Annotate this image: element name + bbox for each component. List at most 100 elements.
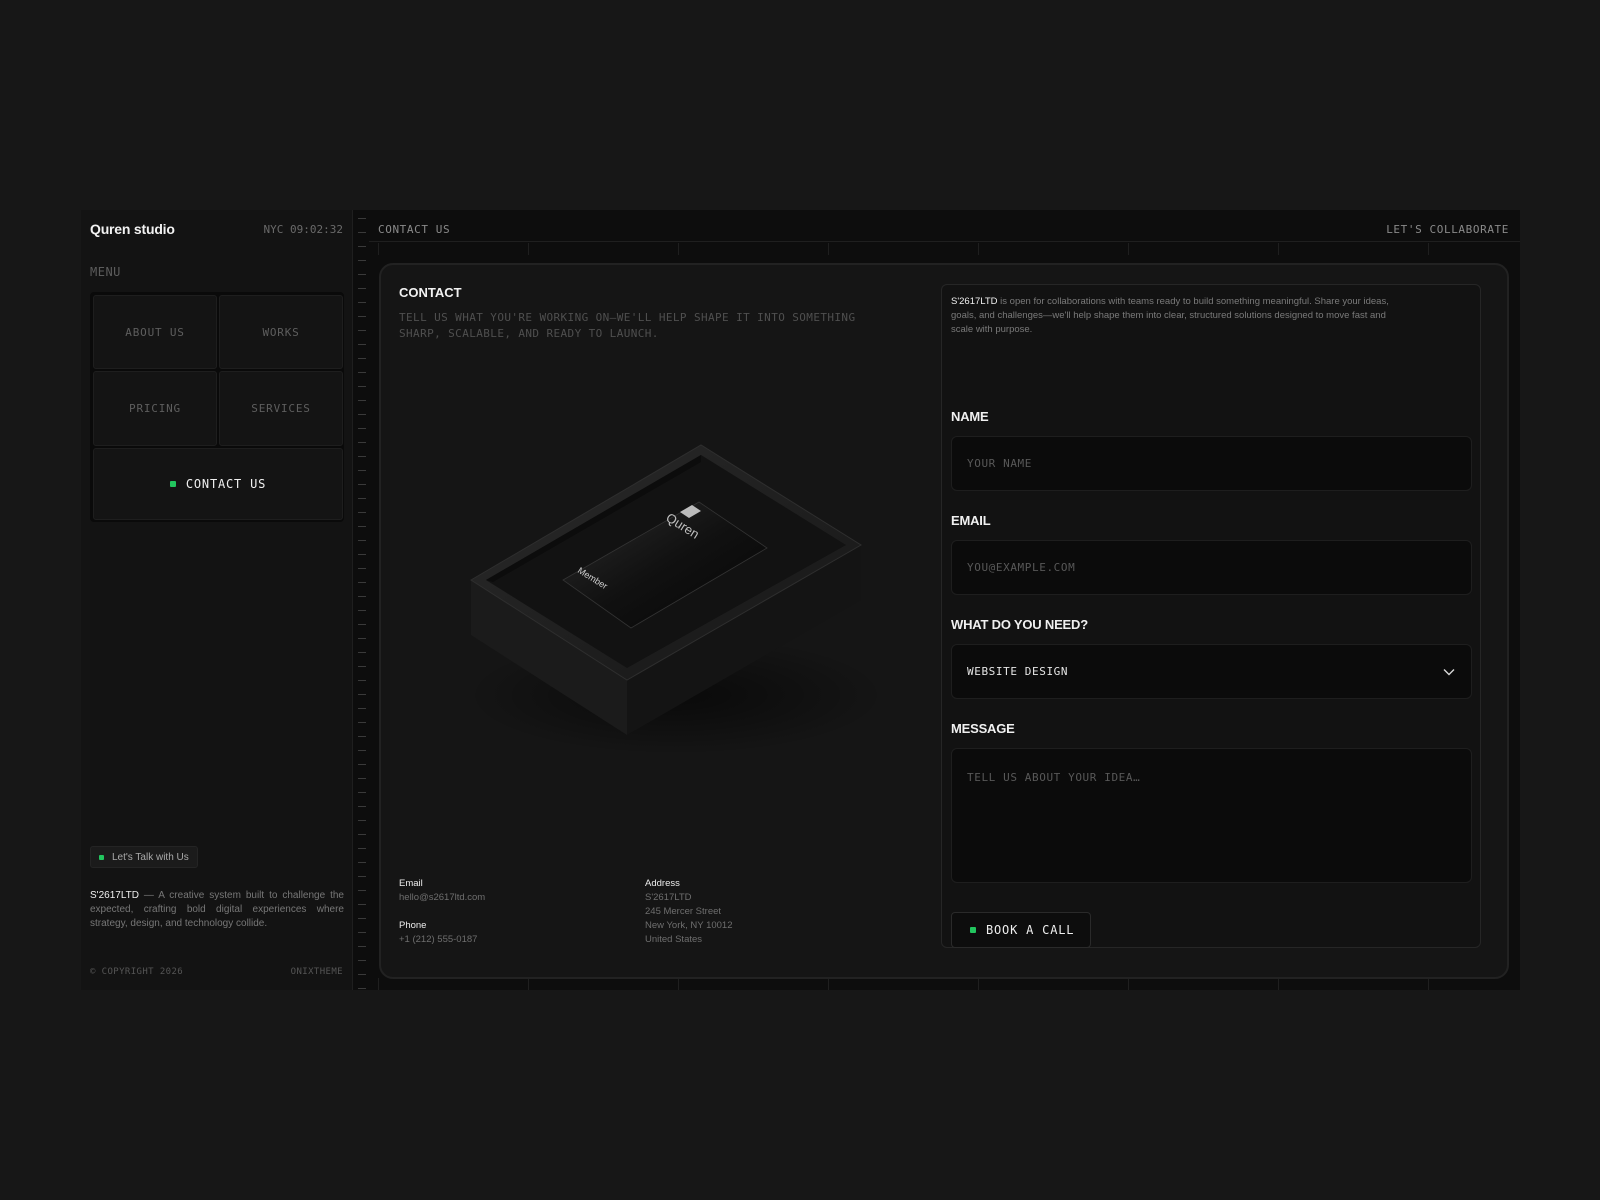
- ruler-tick: [358, 778, 366, 779]
- ruler-tick: [358, 904, 366, 905]
- ruler-tick: [358, 470, 366, 471]
- ruler-tick: [358, 722, 366, 723]
- menu-item-pricing[interactable]: PRICING: [93, 371, 217, 446]
- ruler-tick: [358, 666, 366, 667]
- ruler-tick: [358, 750, 366, 751]
- menu-item-works[interactable]: WORKS: [219, 295, 343, 369]
- ruler-tick: [358, 932, 366, 933]
- grid-line: [1428, 243, 1429, 255]
- address-line: United States: [645, 934, 703, 945]
- ruler-tick: [358, 414, 366, 415]
- grid-line: [828, 243, 829, 255]
- ruler-tick: [358, 372, 366, 373]
- grid-line: [528, 978, 529, 990]
- ruler-tick: [358, 540, 366, 541]
- ruler-tick: [358, 820, 366, 821]
- address-line: 245 Mercer Street: [645, 906, 722, 917]
- email-info-value[interactable]: hello@s2617ltd.com: [399, 891, 485, 905]
- main-area: CONTACT US LET'S COLLABORATE CONTACT TEL…: [369, 210, 1520, 990]
- ruler-tick: [358, 960, 366, 961]
- sidebar-description-brand: S'2617LTD: [90, 890, 139, 901]
- ruler-tick: [358, 848, 366, 849]
- address-line: S'2617LTD: [645, 892, 692, 903]
- ruler-tick: [358, 638, 366, 639]
- email-info-label: Email: [399, 878, 423, 889]
- page-subtitle: TELL US WHAT YOU'RE WORKING ON—WE'LL HEL…: [399, 311, 856, 340]
- menu-item-services[interactable]: SERVICES: [219, 371, 343, 446]
- message-label: MESSAGE: [951, 721, 1015, 736]
- grid-line: [678, 243, 679, 255]
- breadcrumb: CONTACT US: [378, 223, 451, 236]
- contact-card: CONTACT TELL US WHAT YOU'RE WORKING ON—W…: [379, 263, 1509, 979]
- ruler-tick: [358, 946, 366, 947]
- form-intro-brand: S'2617LTD: [951, 296, 998, 307]
- grid-line: [378, 243, 379, 255]
- grid-line: [378, 978, 379, 990]
- ruler-tick: [358, 876, 366, 877]
- brand-logo[interactable]: Quren studio: [90, 221, 175, 237]
- status-dot-icon: [970, 927, 976, 933]
- form-intro-text: is open for collaborations with teams re…: [951, 296, 1389, 335]
- chevron-down-icon: [1443, 668, 1455, 675]
- ruler-tick: [358, 792, 366, 793]
- ruler-tick: [358, 260, 366, 261]
- clock: NYC 09:02:32: [263, 223, 343, 236]
- message-textarea[interactable]: TELL US ABOUT YOUR IDEA…: [951, 748, 1472, 883]
- app-frame: Quren studio NYC 09:02:32 MENU ABOUT US …: [81, 210, 1520, 990]
- ruler-tick: [358, 554, 366, 555]
- grid-line: [828, 978, 829, 990]
- ruler-tick: [358, 610, 366, 611]
- ruler-tick: [358, 582, 366, 583]
- page-title: CONTACT: [399, 285, 462, 300]
- ruler-tick: [358, 330, 366, 331]
- ruler-tick: [358, 680, 366, 681]
- ruler-tick: [358, 400, 366, 401]
- grid-line: [1278, 978, 1279, 990]
- ruler-tick: [358, 344, 366, 345]
- ruler-tick: [358, 456, 366, 457]
- ruler-tick: [358, 358, 366, 359]
- menu-label: MENU: [90, 265, 121, 279]
- ruler-tick: [358, 218, 366, 219]
- menu-grid: ABOUT US WORKS PRICING SERVICES CONTACT …: [90, 292, 344, 522]
- ruler-tick: [358, 274, 366, 275]
- ruler-tick: [358, 694, 366, 695]
- address-info-label: Address: [645, 878, 680, 889]
- ruler-tick: [358, 596, 366, 597]
- grid-line: [1128, 243, 1129, 255]
- grid-line: [1278, 243, 1279, 255]
- ruler-tick: [358, 568, 366, 569]
- credit-link[interactable]: ONIXTHEME: [291, 967, 343, 977]
- ruler-tick: [358, 918, 366, 919]
- ruler-tick: [358, 498, 366, 499]
- talk-button-label: Let's Talk with Us: [112, 851, 189, 863]
- grid-line: [1128, 978, 1129, 990]
- menu-item-contact-label: CONTACT US: [185, 477, 267, 491]
- book-call-button[interactable]: BOOK A CALL: [951, 912, 1092, 948]
- menu-item-about-us[interactable]: ABOUT US: [93, 295, 217, 369]
- name-input[interactable]: YOUR NAME: [951, 436, 1472, 491]
- ruler-tick: [358, 974, 366, 975]
- phone-info-label: Phone: [399, 920, 427, 931]
- status-dot-icon: [99, 854, 104, 860]
- collaborate-link[interactable]: LET'S COLLABORATE: [1386, 223, 1509, 236]
- name-label: NAME: [951, 409, 989, 424]
- status-dot-icon: [169, 481, 176, 487]
- form-intro: S'2617LTD is open for collaborations wit…: [951, 295, 1391, 337]
- talk-button[interactable]: Let's Talk with Us: [90, 846, 198, 868]
- ruler-tick: [358, 806, 366, 807]
- top-bar: CONTACT US LET'S COLLABORATE: [369, 210, 1520, 242]
- ruler-tick: [358, 302, 366, 303]
- address-line: New York, NY 10012: [645, 920, 733, 931]
- need-label: WHAT DO YOU NEED?: [951, 617, 1088, 632]
- ruler-tick: [358, 484, 366, 485]
- need-select-value: WEBSITE DESIGN: [967, 665, 1069, 678]
- menu-item-contact-us[interactable]: CONTACT US: [93, 448, 343, 520]
- email-input[interactable]: YOU@EXAMPLE.COM: [951, 540, 1472, 595]
- need-select[interactable]: WEBSITE DESIGN: [951, 644, 1472, 699]
- ruler-tick: [358, 736, 366, 737]
- ruler-tick: [358, 834, 366, 835]
- sidebar: Quren studio NYC 09:02:32 MENU ABOUT US …: [81, 210, 353, 990]
- phone-info-value[interactable]: +1 (212) 555-0187: [399, 933, 477, 947]
- grid-line: [978, 978, 979, 990]
